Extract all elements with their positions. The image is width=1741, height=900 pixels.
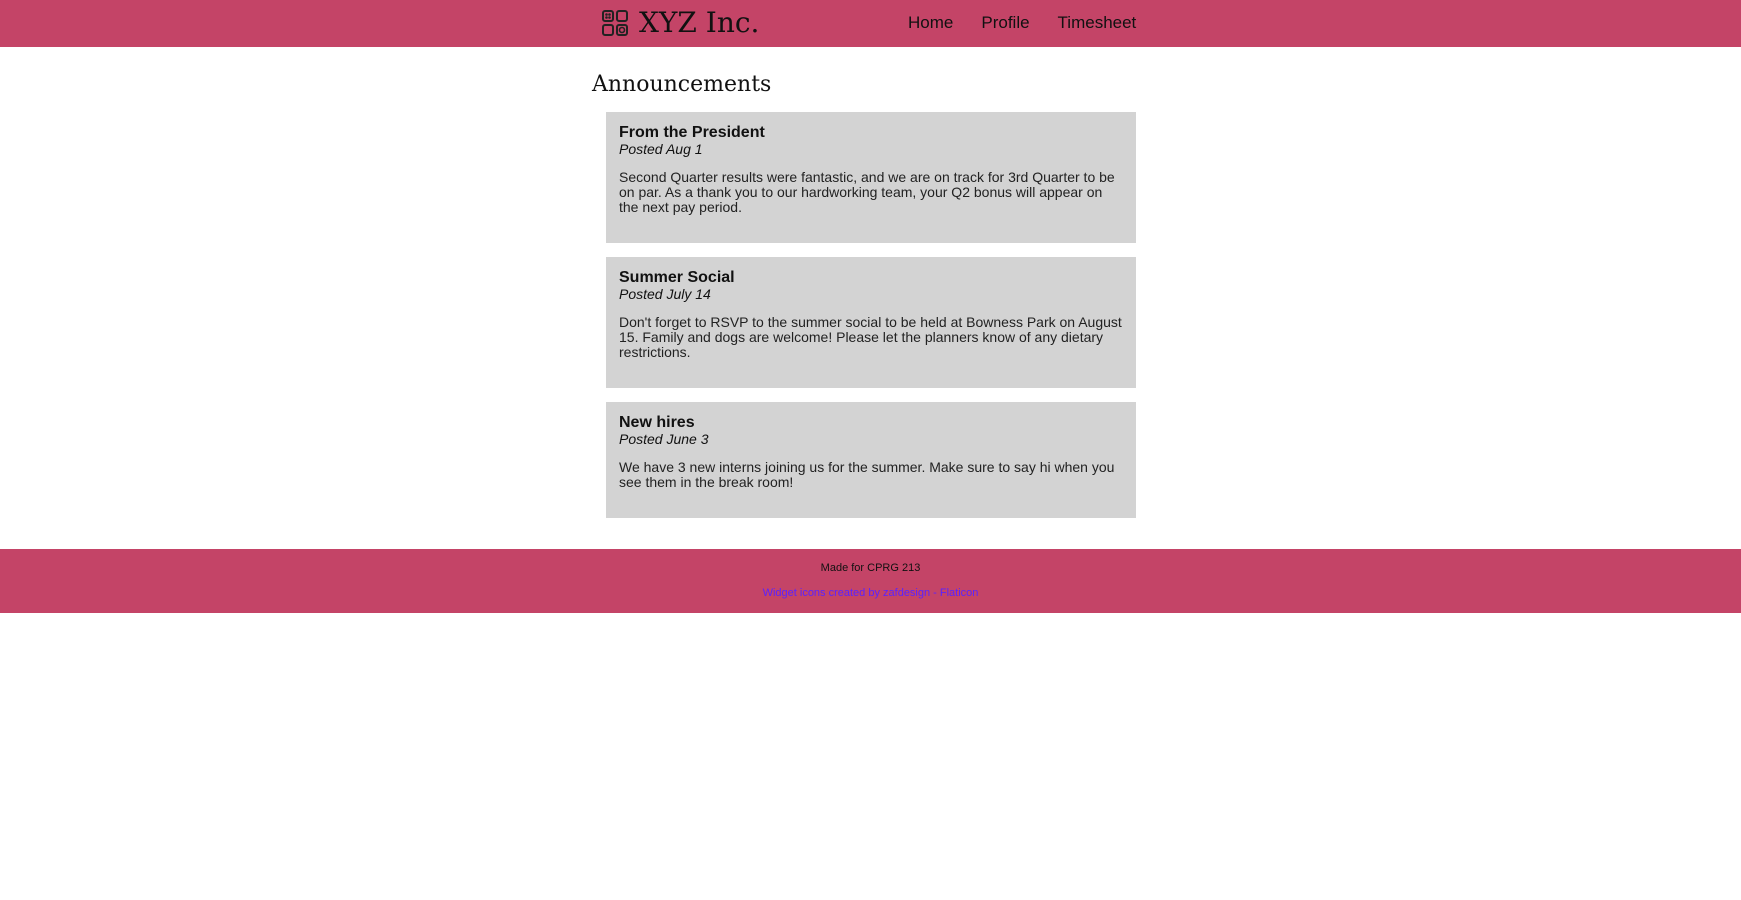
widget-grid-icon: [601, 9, 629, 37]
announcement-title: New hires: [619, 415, 1122, 431]
page-title: Announcements: [592, 72, 771, 97]
nav-home-link[interactable]: Home: [908, 12, 953, 34]
footer-credit-link[interactable]: Widget icons created by zafdesign - Flat…: [0, 587, 1741, 599]
announcement-card: Summer Social Posted July 14 Don't forge…: [606, 257, 1136, 388]
announcement-card: New hires Posted June 3 We have 3 new in…: [606, 402, 1136, 518]
site-footer: Made for CPRG 213 Widget icons created b…: [0, 549, 1741, 613]
announcement-card: From the President Posted Aug 1 Second Q…: [606, 112, 1136, 243]
nav-timesheet-link[interactable]: Timesheet: [1058, 12, 1137, 34]
announcement-title: From the President: [619, 125, 1122, 141]
brand-name: XYZ Inc.: [639, 8, 759, 38]
site-header: XYZ Inc. Home Profile Timesheet: [0, 0, 1741, 47]
nav-profile-link[interactable]: Profile: [981, 12, 1029, 34]
announcement-body: We have 3 new interns joining us for the…: [619, 460, 1122, 490]
main-nav: Home Profile Timesheet: [908, 12, 1136, 34]
footer-made-for: Made for CPRG 213: [0, 562, 1741, 574]
brand-link[interactable]: XYZ Inc.: [601, 8, 759, 38]
announcement-date: Posted June 3: [619, 431, 1122, 447]
announcement-title: Summer Social: [619, 270, 1122, 286]
announcement-date: Posted Aug 1: [619, 141, 1122, 157]
announcements-list: From the President Posted Aug 1 Second Q…: [606, 112, 1136, 532]
announcement-body: Second Quarter results were fantastic, a…: [619, 170, 1122, 215]
announcement-date: Posted July 14: [619, 286, 1122, 302]
announcement-body: Don't forget to RSVP to the summer socia…: [619, 315, 1122, 360]
